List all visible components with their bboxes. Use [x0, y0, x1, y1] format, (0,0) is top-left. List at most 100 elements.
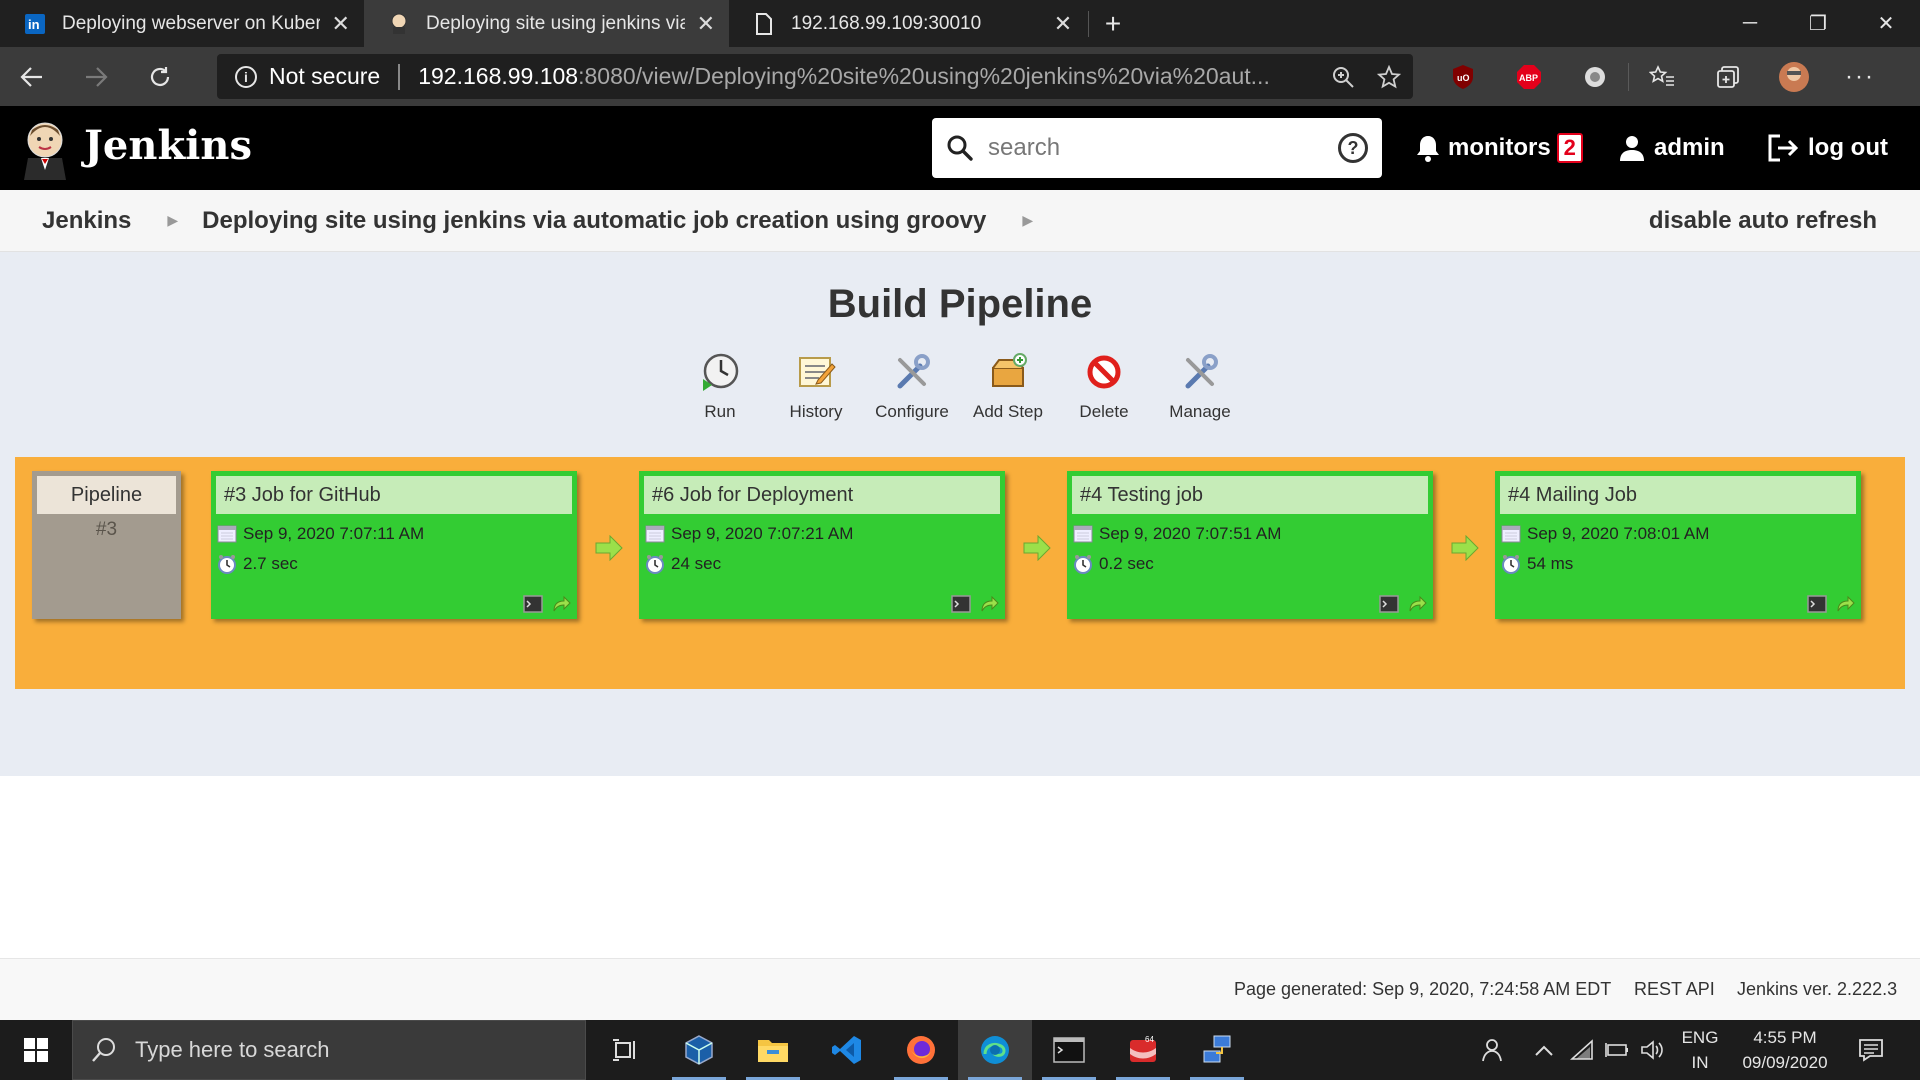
svg-text:uO: uO — [1457, 73, 1470, 83]
job-duration-row: 2.7 sec — [217, 549, 577, 579]
manage-icon — [1185, 354, 1218, 389]
history-button[interactable]: History — [768, 352, 864, 422]
info-icon[interactable]: i — [235, 65, 257, 88]
rebuild-icon[interactable] — [1407, 595, 1427, 613]
people-icon[interactable] — [1478, 1020, 1504, 1080]
rebuild-icon[interactable] — [979, 595, 999, 613]
close-icon[interactable]: ✕ — [697, 11, 715, 37]
more-menu-icon[interactable]: ··· — [1827, 47, 1893, 106]
url-text[interactable]: 192.168.99.108:8080/view/Deploying%20sit… — [418, 63, 1288, 90]
taskbar-search-placeholder: Type here to search — [135, 1037, 330, 1062]
virtualbox-icon[interactable] — [662, 1020, 736, 1080]
address-bar[interactable]: i Not secure 192.168.99.108:8080/view/De… — [217, 54, 1413, 99]
job-duration: 24 sec — [671, 554, 722, 573]
job-date-row: Sep 9, 2020 7:08:01 AM — [1501, 519, 1861, 549]
job-duration: 0.2 sec — [1099, 554, 1154, 573]
job-duration-row: 54 ms — [1501, 549, 1861, 579]
show-hidden-icons-chevron-icon[interactable] — [1534, 1020, 1554, 1080]
start-button[interactable] — [0, 1020, 72, 1080]
restore-button[interactable]: ❐ — [1784, 0, 1852, 47]
pipeline-actions: Run History Configure Add Step Delete Ma… — [672, 352, 1248, 422]
tab-linkedin[interactable]: in Deploying webserver on Kubernetes ✕ — [0, 0, 364, 47]
add-step-button[interactable]: Add Step — [960, 352, 1056, 422]
volume-icon[interactable] — [1640, 1020, 1664, 1080]
close-icon[interactable]: ✕ — [1052, 11, 1074, 37]
browser-tab-strip: in Deploying webserver on Kubernetes ✕ D… — [0, 0, 1920, 47]
configure-button[interactable]: Configure — [864, 352, 960, 422]
console-icon[interactable] — [1807, 595, 1827, 613]
favorites-icon[interactable] — [1629, 47, 1695, 106]
taskbar-search[interactable]: Type here to search — [72, 1020, 586, 1080]
help-icon[interactable]: ? — [1338, 133, 1368, 163]
language-indicator[interactable]: ENG IN — [1680, 1028, 1720, 1073]
rest-api-link[interactable]: REST API — [1634, 979, 1715, 1000]
jenkins-brand[interactable]: Jenkins — [84, 122, 252, 169]
job-title-link[interactable]: #4 Testing job — [1072, 476, 1428, 514]
job-title-link[interactable]: #6 Job for Deployment — [644, 476, 1000, 514]
logout-label: log out — [1808, 134, 1888, 161]
search-input[interactable] — [988, 134, 1318, 162]
extension-circle-icon[interactable] — [1562, 47, 1628, 106]
clock[interactable]: 4:55 PM 09/09/2020 — [1730, 1028, 1840, 1073]
job-title-link[interactable]: #3 Job for GitHub — [216, 476, 572, 514]
clock-icon — [646, 555, 664, 574]
tab-title: Deploying site using jenkins via automat… — [426, 12, 685, 34]
back-button[interactable] — [0, 47, 64, 106]
close-icon[interactable]: ✕ — [332, 11, 351, 37]
breadcrumb-chevron-icon[interactable]: ▶ — [1022, 212, 1033, 229]
console-icon[interactable] — [951, 595, 971, 613]
tab-jenkins-active[interactable]: Deploying site using jenkins via automat… — [364, 0, 729, 47]
favorite-star-icon[interactable] — [1377, 64, 1401, 89]
profile-avatar[interactable] — [1761, 47, 1827, 106]
close-window-button[interactable]: ✕ — [1852, 0, 1920, 47]
wifi-icon[interactable] — [1570, 1020, 1594, 1080]
zoom-icon[interactable] — [1331, 65, 1355, 89]
manage-button[interactable]: Manage — [1152, 352, 1248, 422]
task-view-icon[interactable] — [588, 1020, 662, 1080]
network-app-icon[interactable] — [1180, 1020, 1254, 1080]
delete-button[interactable]: Delete — [1056, 352, 1152, 422]
breadcrumb-chevron-icon[interactable]: ▶ — [167, 212, 178, 229]
jenkins-logo[interactable] — [22, 118, 68, 180]
action-label: Add Step — [973, 402, 1043, 421]
console-icon[interactable] — [523, 595, 543, 613]
rebuild-icon[interactable] — [551, 595, 571, 613]
file-explorer-icon[interactable] — [736, 1020, 810, 1080]
minimize-button[interactable]: ─ — [1716, 0, 1784, 47]
run-button[interactable]: Run — [672, 352, 768, 422]
battery-icon[interactable] — [1604, 1020, 1630, 1080]
monitors-link[interactable]: monitors 2 — [1416, 106, 1583, 190]
rebuild-icon[interactable] — [1835, 595, 1855, 613]
pipeline-head[interactable]: Pipeline #3 — [32, 471, 181, 619]
ublock-icon[interactable]: uO — [1430, 47, 1496, 106]
action-label: Run — [704, 402, 736, 421]
job-title-link[interactable]: #4 Mailing Job — [1500, 476, 1856, 514]
refresh-button[interactable] — [128, 47, 192, 106]
tab-page[interactable]: 192.168.99.109:30010 ✕ — [729, 0, 1088, 47]
adblock-icon[interactable]: ABP — [1496, 47, 1562, 106]
forward-button[interactable] — [64, 47, 128, 106]
firefox-icon[interactable] — [884, 1020, 958, 1080]
action-label: Configure — [875, 402, 949, 421]
job-card: #6 Job for Deployment Sep 9, 2020 7:07:2… — [639, 471, 1005, 619]
vscode-icon[interactable] — [810, 1020, 884, 1080]
page-icon — [753, 12, 775, 35]
jenkins-version-link[interactable]: Jenkins ver. 2.222.3 — [1737, 979, 1897, 1000]
terminal-icon[interactable] — [1032, 1020, 1106, 1080]
job-card: #4 Testing job Sep 9, 2020 7:07:51 AM 0.… — [1067, 471, 1433, 619]
user-link[interactable]: admin — [1620, 106, 1725, 190]
svg-text:in: in — [28, 17, 40, 32]
console-icon[interactable] — [1379, 595, 1399, 613]
disable-auto-refresh-link[interactable]: disable auto refresh — [1649, 207, 1877, 235]
app-icon[interactable]: 64 — [1106, 1020, 1180, 1080]
notification-icon[interactable] — [1858, 1020, 1884, 1080]
clock-icon — [218, 555, 236, 574]
breadcrumb-root[interactable]: Jenkins — [0, 207, 131, 235]
collections-icon[interactable] — [1695, 47, 1761, 106]
new-tab-button[interactable]: + — [1089, 0, 1137, 47]
logout-link[interactable]: log out — [1768, 106, 1888, 190]
breadcrumb-view[interactable]: Deploying site using jenkins via automat… — [202, 207, 986, 235]
pipeline-area: Pipeline #3 #3 Job for GitHub Sep 9, 202… — [15, 457, 1905, 689]
security-label[interactable]: Not secure — [269, 63, 380, 90]
edge-icon[interactable] — [958, 1020, 1032, 1080]
